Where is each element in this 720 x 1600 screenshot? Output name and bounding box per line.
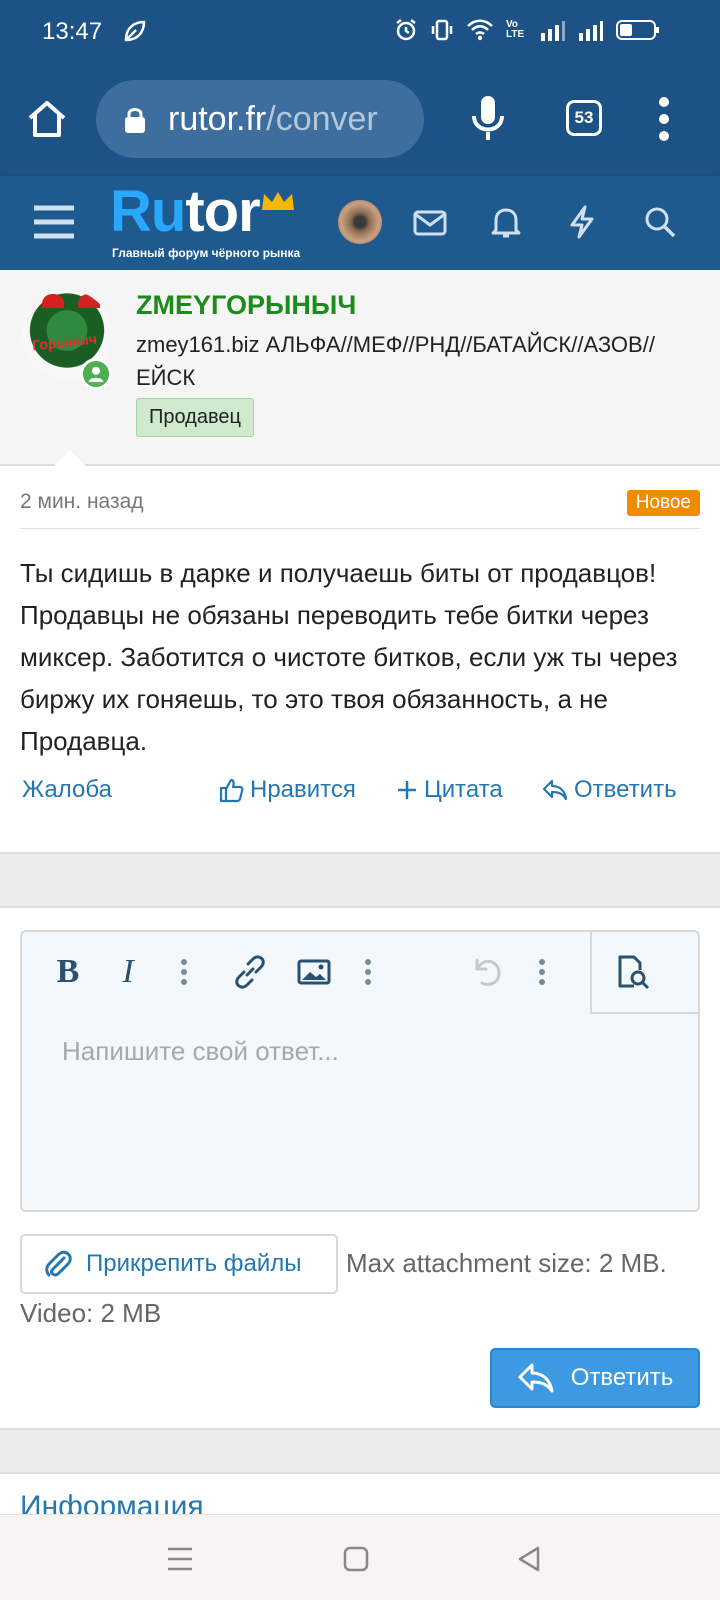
url-host: rutor.fr xyxy=(168,100,267,138)
lock-icon xyxy=(125,108,145,133)
editor-toolbar: B I xyxy=(22,932,700,1014)
avatar-text: Горыныч xyxy=(31,330,98,354)
post-message: Ты сидишь в дарке и получаешь биты от пр… xyxy=(20,558,678,756)
more-icon[interactable] xyxy=(348,952,388,992)
plus-icon xyxy=(398,781,416,799)
bold-icon[interactable]: B xyxy=(48,952,88,992)
logo-part-1: Ru xyxy=(110,179,186,244)
toolbar-divider xyxy=(590,1012,700,1014)
crown-icon xyxy=(262,192,294,210)
site-header: Rutor Главный форум чёрного рынка xyxy=(0,176,720,270)
volte-icon: Vo LTE xyxy=(506,19,525,40)
signal-icon xyxy=(579,21,603,41)
reply-form: B I Напишите свой ответ... Max attachmen… xyxy=(0,908,720,1430)
address-bar-row: rutor.fr/conver 53 xyxy=(0,78,720,160)
menu-dots-icon[interactable] xyxy=(656,96,672,142)
info-heading[interactable]: Информация xyxy=(20,1490,204,1514)
submit-reply-label: Ответить xyxy=(570,1364,674,1391)
new-badge: Новое xyxy=(626,490,700,516)
attach-files-button[interactable]: Прикрепить файлы xyxy=(20,1234,338,1294)
post-username[interactable]: ZMEYГОРЫНЫЧ xyxy=(136,290,356,321)
bell-icon[interactable] xyxy=(488,204,524,240)
site-logo[interactable]: Rutor Главный форум чёрного рынка xyxy=(110,179,310,264)
divider xyxy=(20,528,700,529)
preview-icon[interactable] xyxy=(612,952,652,992)
mic-icon[interactable] xyxy=(470,94,506,142)
more-icon[interactable] xyxy=(164,952,204,992)
post-time[interactable]: 2 мин. назад xyxy=(20,490,144,514)
reply-icon xyxy=(542,779,568,801)
reply-link[interactable]: Ответить xyxy=(542,776,677,804)
system-nav-bar xyxy=(0,1514,720,1600)
undo-icon[interactable] xyxy=(468,952,508,992)
section-gap xyxy=(0,1430,720,1474)
submit-reply-button[interactable]: Ответить xyxy=(490,1348,700,1408)
logo-part-3: or xyxy=(203,179,261,244)
attach-files-label: Прикрепить файлы xyxy=(86,1250,302,1277)
post-user-block: Горыныч ZMEYГОРЫНЫЧ zmey161.biz АЛЬФА//М… xyxy=(0,270,720,468)
thumbs-up-icon xyxy=(219,778,244,803)
leaf-icon xyxy=(124,20,146,42)
url-text: rutor.fr/conver xyxy=(168,100,408,139)
alarm-icon xyxy=(396,19,416,41)
logo-part-2: t xyxy=(185,179,204,244)
reply-icon xyxy=(518,1363,554,1393)
url-bar[interactable]: rutor.fr/conver xyxy=(96,80,424,158)
browser-chrome: 13:47 Vo LTE rutor.fr/conver 53 xyxy=(0,0,720,176)
home-icon[interactable] xyxy=(26,98,68,140)
report-label: Жалоба xyxy=(22,776,112,803)
image-icon[interactable] xyxy=(294,952,334,992)
post-body: 2 мин. назад Новое Ты сидишь в дарке и п… xyxy=(0,466,720,854)
post-actions: Жалоба Нравится Цитата Ответить xyxy=(0,776,720,816)
paperclip-icon xyxy=(45,1250,72,1277)
status-bar: 13:47 Vo LTE xyxy=(0,0,720,64)
hamburger-menu-icon[interactable] xyxy=(32,202,76,242)
info-section: Информация xyxy=(0,1474,720,1514)
back-nav-icon[interactable] xyxy=(512,1541,548,1577)
logo-word: Rutor xyxy=(110,178,261,245)
section-gap xyxy=(0,854,720,908)
vibrate-icon xyxy=(431,19,453,41)
like-button[interactable]: Нравится xyxy=(218,776,356,804)
status-icons: Vo LTE xyxy=(394,18,660,42)
avatar-hat xyxy=(42,294,64,308)
user-avatar[interactable] xyxy=(338,200,382,244)
toolbar-divider xyxy=(590,932,592,1014)
status-time: 13:47 xyxy=(42,18,103,45)
more-icon[interactable] xyxy=(522,952,562,992)
avatar-hat xyxy=(78,294,100,308)
signal-icon xyxy=(541,21,565,41)
logo-tagline: Главный форум чёрного рынка xyxy=(112,246,301,260)
post-user-title: zmey161.biz АЛЬФА//МЕФ//РНД//БАТАЙСК//АЗ… xyxy=(136,332,655,390)
report-link[interactable]: Жалоба xyxy=(22,776,112,804)
url-path: /conver xyxy=(266,100,378,138)
tab-switcher-button[interactable]: 53 xyxy=(566,100,602,136)
recents-menu-icon[interactable] xyxy=(162,1541,198,1577)
link-icon[interactable] xyxy=(230,952,270,992)
user-role-badge: Продавец xyxy=(136,398,254,437)
battery-icon xyxy=(616,20,659,40)
italic-icon[interactable]: I xyxy=(108,952,148,992)
search-icon[interactable] xyxy=(642,204,678,240)
lightning-icon[interactable] xyxy=(564,204,600,240)
quote-button[interactable]: Цитата xyxy=(396,776,503,804)
wifi-icon xyxy=(467,19,493,41)
reply-editor[interactable]: B I Напишите свой ответ... xyxy=(20,930,700,1212)
like-label: Нравится xyxy=(250,776,356,803)
home-nav-icon[interactable] xyxy=(338,1541,374,1577)
quote-label: Цитата xyxy=(424,776,503,803)
online-status-icon xyxy=(80,358,112,390)
reply-placeholder: Напишите свой ответ... xyxy=(62,1036,339,1066)
mail-icon[interactable] xyxy=(412,204,448,240)
reply-label: Ответить xyxy=(574,776,677,803)
